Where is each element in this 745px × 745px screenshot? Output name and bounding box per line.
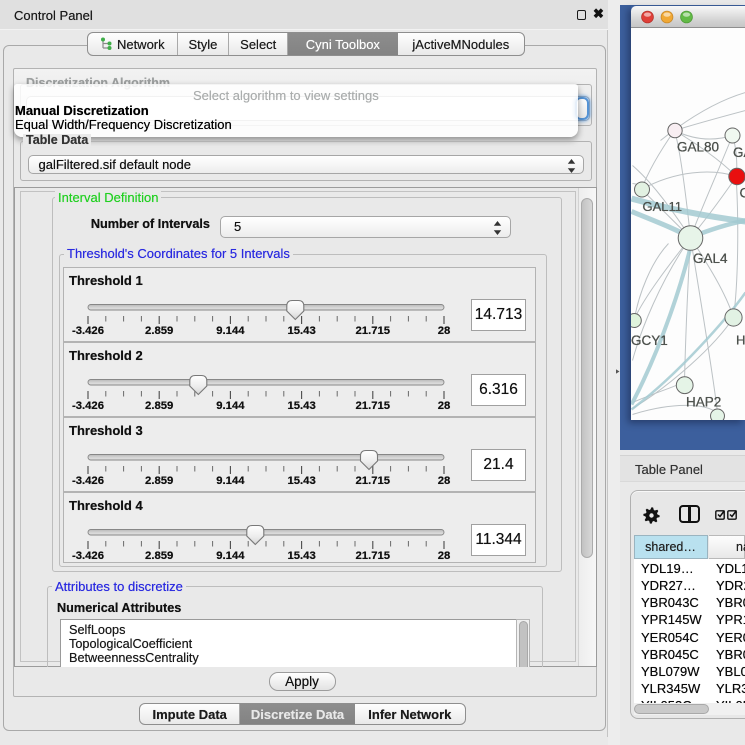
svg-text:HAP2: HAP2 xyxy=(686,394,721,409)
svg-text:21.715: 21.715 xyxy=(356,550,391,562)
svg-text:15.43: 15.43 xyxy=(287,475,315,487)
svg-text:15.43: 15.43 xyxy=(287,400,315,412)
svg-text:15.43: 15.43 xyxy=(287,325,315,337)
svg-text:2.859: 2.859 xyxy=(145,475,173,487)
svg-text:GAL80: GAL80 xyxy=(677,139,719,154)
svg-text:9.144: 9.144 xyxy=(216,325,245,337)
svg-text:21.715: 21.715 xyxy=(356,325,391,337)
svg-text:GCY1: GCY1 xyxy=(631,333,668,348)
svg-text:21.715: 21.715 xyxy=(356,400,391,412)
svg-text:9.144: 9.144 xyxy=(216,550,245,562)
svg-text:-3.426: -3.426 xyxy=(72,475,104,487)
svg-text:H: H xyxy=(736,332,745,347)
svg-text:28: 28 xyxy=(438,400,451,412)
svg-text:9.144: 9.144 xyxy=(216,475,245,487)
svg-text:28: 28 xyxy=(438,325,451,337)
svg-text:2.859: 2.859 xyxy=(145,400,173,412)
svg-text:21.715: 21.715 xyxy=(356,475,391,487)
svg-text:2.859: 2.859 xyxy=(145,550,173,562)
svg-text:28: 28 xyxy=(438,550,451,562)
svg-text:GAL11: GAL11 xyxy=(642,199,682,214)
svg-text:15.43: 15.43 xyxy=(287,550,315,562)
svg-text:9.144: 9.144 xyxy=(216,400,245,412)
svg-text:GA: GA xyxy=(733,145,745,160)
svg-text:-3.426: -3.426 xyxy=(72,325,104,337)
svg-text:C: C xyxy=(739,185,745,200)
svg-text:2.859: 2.859 xyxy=(145,325,173,337)
svg-text:-3.426: -3.426 xyxy=(72,400,104,412)
svg-text:28: 28 xyxy=(438,475,451,487)
svg-text:-3.426: -3.426 xyxy=(72,550,104,562)
svg-text:GAL4: GAL4 xyxy=(693,251,728,266)
